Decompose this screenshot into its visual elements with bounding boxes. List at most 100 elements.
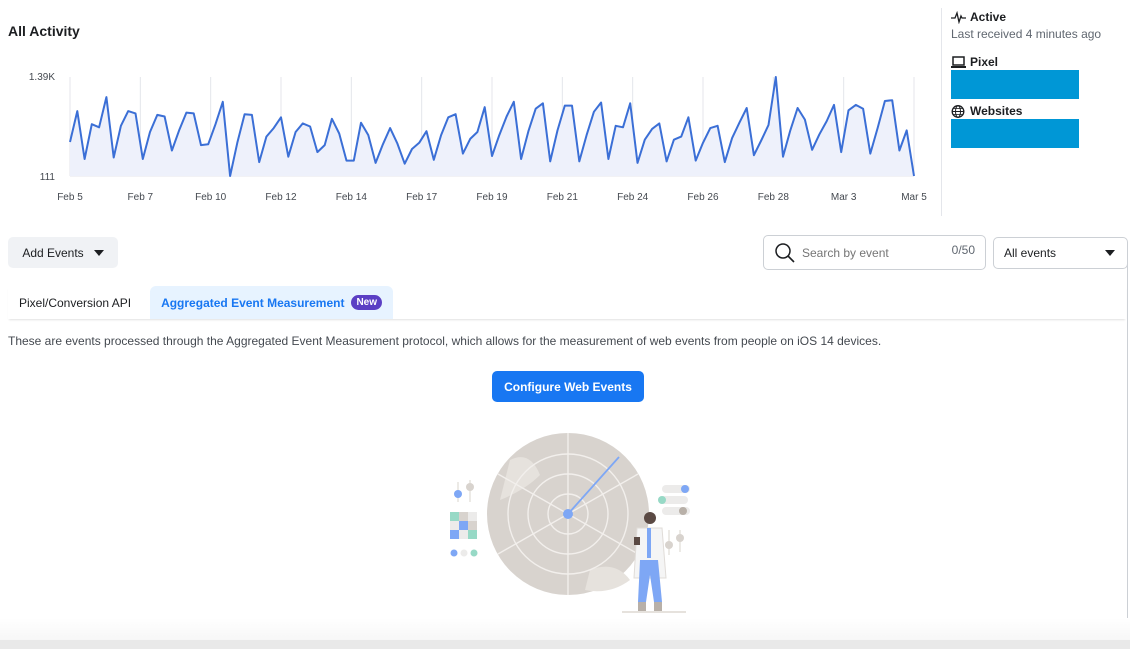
data-point (513, 101, 515, 103)
data-point (418, 142, 420, 144)
pixel-id-redacted (951, 70, 1079, 99)
search-input[interactable] (802, 245, 942, 260)
data-point (193, 112, 195, 114)
data-point (207, 143, 209, 145)
data-point (236, 142, 238, 144)
data-point (731, 137, 733, 139)
data-point (476, 131, 478, 133)
data-point (906, 129, 908, 131)
data-point (673, 139, 675, 141)
x-tick-label: Feb 12 (265, 192, 297, 203)
status-label: Active (970, 10, 1007, 24)
event-filter-value: All events (1004, 246, 1057, 260)
data-point (396, 143, 398, 145)
data-point (258, 161, 260, 163)
data-point (134, 112, 136, 114)
data-point (455, 113, 457, 115)
data-point (447, 116, 449, 118)
activity-pulse-icon (951, 10, 966, 24)
x-tick-label: Feb 26 (687, 192, 719, 203)
data-point (200, 144, 202, 146)
configure-web-events-button[interactable]: Configure Web Events (492, 371, 644, 402)
data-point (171, 150, 173, 152)
data-point (913, 175, 915, 177)
page: All Activity 1.39K 111 Feb 5 Feb 7 Feb 10 F… (0, 0, 1130, 649)
data-point (251, 114, 253, 116)
data-point (717, 125, 719, 127)
data-point (280, 116, 282, 118)
data-point (375, 162, 377, 164)
data-point (804, 119, 806, 121)
event-filter-select[interactable]: All events (993, 237, 1128, 269)
status-panel: Active Last received 4 minutes ago Pixel… (951, 10, 1126, 148)
data-point (782, 156, 784, 158)
data-point (273, 127, 275, 129)
data-point (142, 158, 144, 160)
data-point (738, 122, 740, 124)
data-point (215, 123, 217, 125)
chevron-down-icon (1105, 250, 1115, 256)
x-tick-label: Mar 3 (831, 192, 857, 203)
tab-aggregated-event-measurement[interactable]: Aggregated Event Measurement New (150, 286, 394, 319)
websites-label: Websites (970, 104, 1023, 118)
data-point (797, 107, 799, 109)
data-point (120, 125, 122, 127)
data-point (316, 151, 318, 153)
data-point (69, 141, 71, 143)
data-point (535, 108, 537, 110)
x-tick-label: Feb 17 (406, 192, 438, 203)
search-box[interactable]: 0/50 (763, 235, 986, 270)
data-point (345, 160, 347, 162)
data-point (702, 142, 704, 144)
data-point (556, 129, 558, 131)
data-point (382, 143, 384, 145)
last-received-text: Last received 4 minutes ago (951, 27, 1102, 41)
radar-illustration (450, 433, 690, 613)
pixel-label: Pixel (970, 55, 999, 69)
data-point (724, 161, 726, 163)
data-point (695, 160, 697, 162)
x-tick-label: Mar 5 (901, 192, 927, 203)
data-point (360, 122, 362, 124)
data-point (898, 150, 900, 152)
data-point (98, 126, 100, 128)
data-point (462, 153, 464, 155)
tab-label: Pixel/Conversion API (19, 295, 132, 310)
data-point (593, 111, 595, 113)
caret-down-icon (93, 249, 104, 256)
data-point (877, 127, 879, 129)
data-point (564, 105, 566, 107)
data-point (709, 127, 711, 129)
data-point (287, 156, 289, 158)
data-point (884, 100, 886, 102)
data-point (149, 131, 151, 133)
x-tick-label: Feb 21 (547, 192, 579, 203)
bottom-scrollbar[interactable] (0, 640, 1130, 649)
data-point (338, 133, 340, 135)
data-point (869, 153, 871, 155)
data-point (680, 136, 682, 138)
data-point (666, 160, 668, 162)
data-point (571, 105, 573, 107)
description-text: These are events processed through the A… (8, 334, 882, 348)
data-point (651, 128, 653, 130)
data-point (811, 149, 813, 151)
data-point (389, 127, 391, 129)
y-tick-label-min: 111 (40, 172, 56, 183)
data-point (586, 134, 588, 136)
x-tick-label: Feb 10 (195, 192, 227, 203)
x-tick-label: Feb 14 (336, 192, 368, 203)
footer-fade (0, 618, 1130, 640)
laptop-icon (951, 55, 966, 68)
data-point (185, 112, 187, 114)
data-point (265, 136, 267, 138)
data-point (862, 108, 864, 110)
data-point (433, 159, 435, 161)
data-point (324, 144, 326, 146)
tab-pixel-conversion-api[interactable]: Pixel/Conversion API (8, 286, 142, 319)
add-events-button[interactable]: Add Events (8, 237, 118, 268)
x-tick-label: Feb 19 (476, 192, 508, 203)
data-point (229, 175, 231, 177)
data-point (753, 154, 755, 156)
data-point (426, 130, 428, 132)
